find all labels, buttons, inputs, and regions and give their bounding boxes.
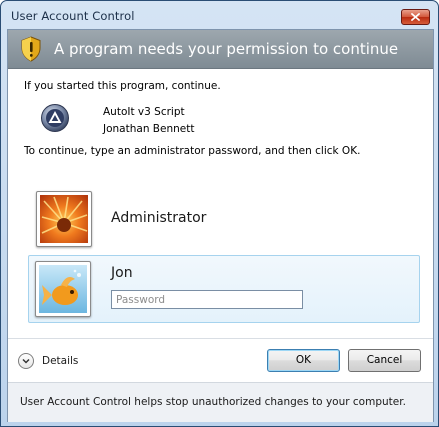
footer-text: User Account Control helps stop unauthor… xyxy=(20,396,406,408)
program-name: AutoIt v3 Script xyxy=(103,106,185,118)
goldfish-avatar-icon xyxy=(39,265,87,313)
started-text: If you started this program, continue. xyxy=(24,80,221,92)
details-toggle[interactable]: Details xyxy=(18,352,88,372)
details-label: Details xyxy=(42,355,79,367)
footer: User Account Control helps stop unauthor… xyxy=(8,382,433,422)
divider xyxy=(8,338,433,339)
program-publisher: Jonathan Bennett xyxy=(103,123,195,135)
autoit-program-icon xyxy=(41,104,69,132)
instruction-text: To continue, type an administrator passw… xyxy=(24,145,361,157)
uac-shield-icon xyxy=(21,36,41,62)
dialog-content: A program needs your permission to conti… xyxy=(7,29,434,422)
flower-avatar-icon xyxy=(40,195,88,243)
password-input[interactable] xyxy=(111,290,303,309)
close-icon xyxy=(411,13,420,21)
user-tile-administrator[interactable]: Administrator xyxy=(28,188,418,250)
window-title: User Account Control xyxy=(11,9,135,23)
title-bar[interactable]: User Account Control xyxy=(1,1,438,29)
avatar-jon xyxy=(35,261,91,317)
close-button[interactable] xyxy=(401,9,430,25)
user-name-jon: Jon xyxy=(111,265,133,281)
ok-button[interactable]: OK xyxy=(267,349,340,372)
chevron-down-icon xyxy=(22,358,30,364)
user-tile-jon[interactable]: Jon xyxy=(28,255,420,323)
details-chevron-circle xyxy=(18,353,34,369)
banner-heading: A program needs your permission to conti… xyxy=(54,40,399,58)
warning-banner: A program needs your permission to conti… xyxy=(8,30,433,69)
avatar-administrator xyxy=(36,191,92,247)
cancel-button[interactable]: Cancel xyxy=(348,349,421,372)
uac-dialog: User Account Control A program needs you… xyxy=(0,0,439,427)
user-name-administrator: Administrator xyxy=(111,210,207,226)
